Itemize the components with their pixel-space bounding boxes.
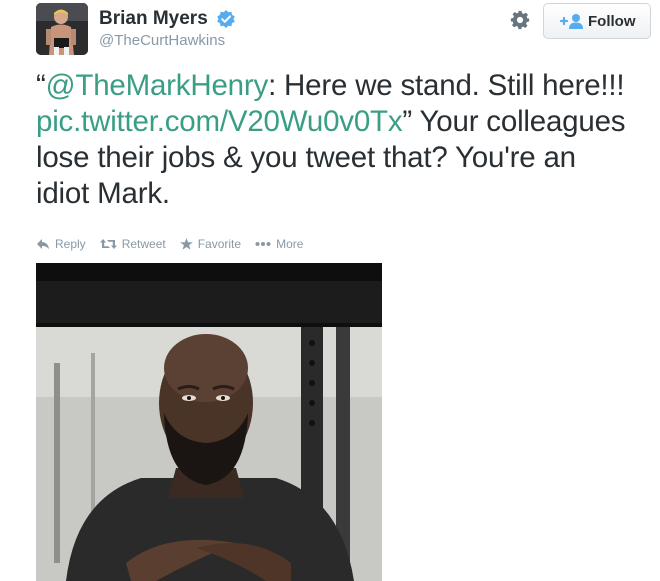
reply-icon	[37, 239, 49, 249]
more-action[interactable]: More	[255, 237, 303, 251]
follow-person-icon	[559, 14, 583, 29]
mention-link[interactable]: @TheMarkHenry	[46, 69, 269, 102]
favorite-action[interactable]: Favorite	[179, 237, 242, 251]
tweet-text-part-1: : Here we stand. Still here!!!	[268, 69, 625, 102]
verified-badge-icon	[217, 10, 235, 28]
tweet-actions: Reply Retweet Favorite More	[36, 235, 317, 253]
reply-action[interactable]: Reply	[36, 237, 86, 251]
retweet-label: Retweet	[121, 237, 166, 251]
tweet-text: “@TheMarkHenry: Here we stand. Still her…	[36, 68, 636, 212]
author-handle[interactable]: @TheCurtHawkins	[99, 32, 225, 49]
follow-label: Follow	[588, 13, 636, 30]
gear-icon[interactable]	[509, 9, 531, 31]
retweet-action[interactable]: Retweet	[99, 237, 166, 251]
favorite-label: Favorite	[197, 237, 242, 251]
retweet-icon	[99, 239, 117, 249]
reply-label: Reply	[55, 237, 86, 251]
more-label: More	[276, 237, 304, 251]
author-name[interactable]: Brian Myers	[99, 8, 208, 30]
follow-button[interactable]: Follow	[543, 3, 651, 39]
more-dots-icon	[255, 242, 271, 246]
tweet-photo[interactable]	[36, 263, 382, 581]
pic-link[interactable]: pic.twitter.com/V20Wu0v0Tx	[36, 105, 403, 138]
star-icon	[179, 238, 193, 250]
open-quote: “	[36, 69, 46, 102]
author-avatar[interactable]	[36, 3, 88, 55]
